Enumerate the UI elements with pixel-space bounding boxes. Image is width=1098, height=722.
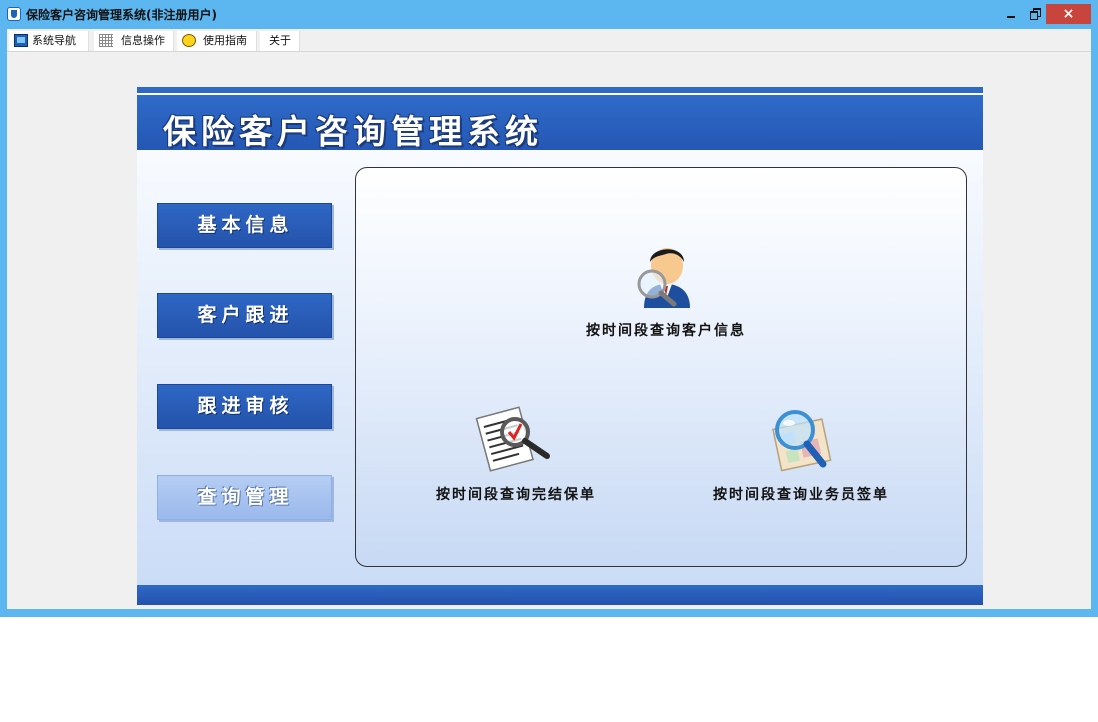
close-button[interactable]: × [1046, 4, 1091, 24]
query-agent-contracts-button[interactable]: 按时间段查询业务员签单 [706, 406, 896, 504]
bulb-icon [182, 34, 196, 47]
app-icon [7, 7, 21, 21]
menu-user-guide[interactable]: 使用指南 [177, 31, 257, 51]
function-label: 按时间段查询业务员签单 [713, 487, 889, 503]
nav-label: 查询管理 [197, 486, 294, 508]
footer-bar [137, 585, 983, 605]
title-bar[interactable]: 保险客户咨询管理系统(非注册用户) × [0, 0, 1098, 29]
function-label: 按时间段查询客户信息 [586, 323, 746, 339]
restore-icon-front [1030, 11, 1038, 20]
map-search-icon [772, 410, 832, 472]
function-label: 按时间段查询完结保单 [436, 487, 596, 503]
menu-label: 关于 [269, 34, 291, 47]
user-search-icon [637, 248, 690, 308]
document-search-icon [475, 406, 550, 472]
menu-about[interactable]: 关于 [260, 31, 300, 51]
menu-label: 系统导航 [32, 34, 76, 47]
top-stripe [137, 87, 983, 93]
restore-button[interactable] [1025, 4, 1045, 24]
menu-system-navigation[interactable]: 系统导航 [9, 31, 89, 51]
minimize-button[interactable] [1002, 4, 1022, 24]
query-customer-info-button[interactable]: 按时间段查询客户信息 [576, 238, 756, 340]
close-icon: × [1062, 6, 1075, 22]
query-completed-policy-button[interactable]: 按时间段查询完结保单 [426, 406, 606, 504]
main-frame: 保险客户咨询管理系统 基本信息 客户跟进 跟进审核 查询管理 按时间段查询客户信… [137, 87, 983, 605]
app-window: 保险客户咨询管理系统(非注册用户) × 系统导航 信息操作 使用指南 关于 保险… [0, 0, 1098, 617]
menu-info-operations[interactable]: 信息操作 [94, 31, 174, 51]
nav-basic-info-button[interactable]: 基本信息 [157, 203, 332, 248]
query-panel: 按时间段查询客户信息 按时间段查询完结保单 按时间段查询业务员签单 [355, 167, 967, 567]
window-title: 保险客户咨询管理系统(非注册用户) [26, 8, 217, 22]
menu-divider [7, 51, 1091, 52]
nav-customer-followup-button[interactable]: 客户跟进 [157, 293, 332, 338]
grid-icon [99, 34, 113, 47]
header-banner: 保险客户咨询管理系统 [137, 95, 983, 151]
nav-label: 基本信息 [197, 214, 294, 236]
banner-title: 保险客户咨询管理系统 [163, 112, 543, 151]
menu-bar: 系统导航 信息操作 使用指南 关于 [7, 29, 1091, 51]
nav-followup-review-button[interactable]: 跟进审核 [157, 384, 332, 429]
monitor-icon [14, 34, 28, 47]
nav-label: 跟进审核 [197, 395, 294, 417]
client-area: 系统导航 信息操作 使用指南 关于 保险客户咨询管理系统 基本信息 客户跟进 跟… [7, 29, 1091, 609]
nav-label: 客户跟进 [197, 304, 294, 326]
menu-label: 信息操作 [121, 34, 165, 47]
menu-label: 使用指南 [203, 34, 247, 47]
nav-query-management-button[interactable]: 查询管理 [157, 475, 332, 520]
